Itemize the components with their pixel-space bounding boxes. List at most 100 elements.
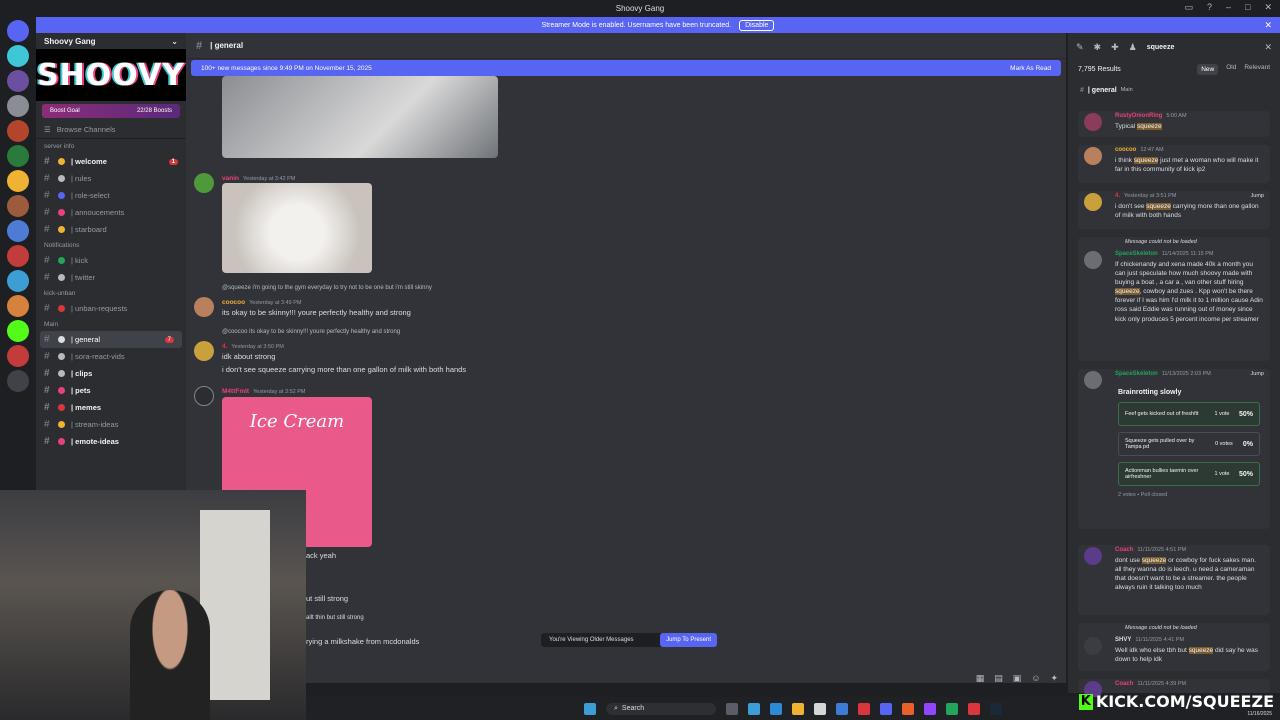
reply-preview[interactable]: @coocoo its okay to be skinny!!! youre p… <box>222 329 400 335</box>
close-icon[interactable]: ✕ <box>1264 2 1272 13</box>
search-result[interactable]: coocoo 12:47 AM i think squeeze just met a… <box>1078 145 1270 183</box>
notification-icon[interactable]: ✱ <box>1094 42 1102 53</box>
channel-item[interactable]: # | welcome 1 <box>36 153 186 170</box>
username[interactable]: 4. <box>222 343 227 350</box>
minimize-icon[interactable]: – <box>1226 2 1231 13</box>
avatar[interactable] <box>1084 547 1102 565</box>
start-icon[interactable] <box>584 702 596 715</box>
channel-item[interactable]: # | twitter <box>36 269 186 286</box>
members-icon[interactable]: ♟ <box>1129 42 1137 53</box>
app-icon[interactable] <box>836 702 848 715</box>
app-icon[interactable] <box>924 702 936 715</box>
browse-channels[interactable]: ☰ Browse Channels <box>36 121 186 139</box>
sort-tab-new[interactable]: New <box>1197 63 1219 75</box>
avatar[interactable] <box>1084 637 1102 655</box>
kick-server-icon[interactable] <box>7 320 29 342</box>
channel-item[interactable]: # | memes <box>36 399 186 416</box>
gif-icon[interactable]: ▤ <box>994 673 1003 684</box>
channel-item[interactable]: # | sora-react-vids <box>36 348 186 365</box>
username[interactable]: RustyOnionRing <box>1115 113 1162 119</box>
avatar[interactable] <box>1084 193 1102 211</box>
username[interactable]: coocoo <box>222 299 245 306</box>
home-server-icon[interactable] <box>7 20 29 42</box>
server-icon[interactable] <box>7 195 29 217</box>
mark-as-read-button[interactable]: Mark As Read <box>1010 65 1051 72</box>
inbox-icon[interactable]: ▭ <box>1184 2 1193 13</box>
search-result[interactable]: 4. Yesterday at 3:51 PM Jump i don't see sq… <box>1078 191 1270 229</box>
poll-option[interactable]: Squeeze gets pulled over by Tampa pd 0 vo… <box>1118 432 1260 456</box>
emoji-icon[interactable]: ☺ <box>1031 673 1040 684</box>
help-icon[interactable]: ? <box>1207 2 1212 13</box>
app-icon[interactable] <box>748 702 760 715</box>
category-notifications[interactable]: Notifications <box>36 238 186 252</box>
app-icon[interactable] <box>968 702 980 715</box>
jump-to-present-button[interactable]: Jump To Present <box>660 633 717 647</box>
edge-icon[interactable] <box>770 702 782 715</box>
search-result[interactable]: Message could not be loaded SpaceSkeleton… <box>1078 237 1270 361</box>
cat-image[interactable] <box>222 183 372 273</box>
app-icon[interactable] <box>858 702 870 715</box>
avatar[interactable] <box>194 297 214 317</box>
username[interactable]: SHVY <box>1115 637 1131 643</box>
username[interactable]: coocoo <box>1115 147 1136 153</box>
username[interactable]: vanin <box>222 175 239 182</box>
channel-item[interactable]: # | rules <box>36 170 186 187</box>
app-icon[interactable] <box>814 702 826 715</box>
chevron-down-icon[interactable]: ⌄ <box>171 37 178 46</box>
server-icon[interactable] <box>7 245 29 267</box>
apps-icon[interactable]: ✦ <box>1050 673 1058 684</box>
jump-button[interactable]: Jump <box>1251 193 1264 199</box>
username[interactable]: M4ttFmlt <box>222 388 249 395</box>
avatar[interactable] <box>194 341 214 361</box>
category-server-info[interactable]: server info <box>36 139 186 153</box>
avatar[interactable] <box>1084 251 1102 269</box>
avatar[interactable] <box>1084 147 1102 165</box>
server-icon[interactable] <box>7 145 29 167</box>
maximize-icon[interactable]: □ <box>1245 2 1250 13</box>
taskbar-search[interactable]: ⌕ Search <box>606 702 716 715</box>
channel-item[interactable]: # | pets <box>36 382 186 399</box>
channel-item[interactable]: # | unban-requests <box>36 300 186 317</box>
avatar[interactable] <box>194 173 214 193</box>
channel-item[interactable]: # | starboard <box>36 221 186 238</box>
reply-preview[interactable]: @squeeze i'm going to the gym everyday t… <box>222 285 432 291</box>
avatar[interactable] <box>194 386 214 406</box>
poll-option[interactable]: Feef gets kicked out of freshfit 1 vote 50… <box>1118 402 1260 426</box>
channel-item[interactable]: # | general 7 <box>40 331 182 348</box>
poll-option[interactable]: Actionman bullies taemin over airfreshne… <box>1118 462 1260 486</box>
server-icon[interactable] <box>7 70 29 92</box>
search-input[interactable]: squeeze <box>1147 44 1175 51</box>
username[interactable]: Coach <box>1115 681 1133 687</box>
category-kick-unban[interactable]: kick-unban <box>36 286 186 300</box>
sort-tab-old[interactable]: Old <box>1226 64 1236 75</box>
new-messages-bar[interactable]: 100+ new messages since 9:49 PM on Novem… <box>191 60 1061 76</box>
username[interactable]: Coach <box>1115 547 1133 553</box>
avatar[interactable] <box>1084 113 1102 131</box>
search-result[interactable]: Message could not be loaded SHVY 11/11/202… <box>1078 623 1270 671</box>
server-icon[interactable] <box>7 295 29 317</box>
close-banner-icon[interactable]: ✕ <box>1264 20 1272 31</box>
clear-search-icon[interactable]: ✕ <box>1264 42 1272 53</box>
server-header[interactable]: Shoovy Gang ⌄ <box>36 33 186 49</box>
gift-icon[interactable]: ▦ <box>976 673 985 684</box>
server-icon[interactable] <box>7 370 29 392</box>
search-result[interactable]: Coach 11/11/2025 4:39 PM <box>1078 679 1270 699</box>
server-icon[interactable] <box>7 45 29 67</box>
pin-icon[interactable]: ✚ <box>1111 42 1119 53</box>
sort-tab-relevant[interactable]: Relevant <box>1244 64 1270 75</box>
search-result[interactable]: SpaceSkeleton 11/13/2025 2:03 PM Jump Brain… <box>1078 369 1270 529</box>
boost-goal[interactable]: Boost Goal 22/28 Boosts <box>42 104 180 118</box>
channel-item[interactable]: # | role-select <box>36 187 186 204</box>
username[interactable]: 4. <box>1115 193 1120 199</box>
app-icon[interactable] <box>946 702 958 715</box>
explorer-icon[interactable] <box>792 702 804 715</box>
channel-item[interactable]: # | stream-ideas <box>36 416 186 433</box>
server-icon[interactable] <box>7 345 29 367</box>
avatar[interactable] <box>1084 371 1102 389</box>
search-result[interactable]: Coach 11/11/2025 4:51 PM dont use squeeze … <box>1078 545 1270 615</box>
server-icon[interactable] <box>7 120 29 142</box>
category-main[interactable]: Main <box>36 317 186 331</box>
server-icon[interactable] <box>7 270 29 292</box>
username[interactable]: SpaceSkeleton <box>1115 371 1158 377</box>
video-attachment[interactable] <box>222 76 498 158</box>
